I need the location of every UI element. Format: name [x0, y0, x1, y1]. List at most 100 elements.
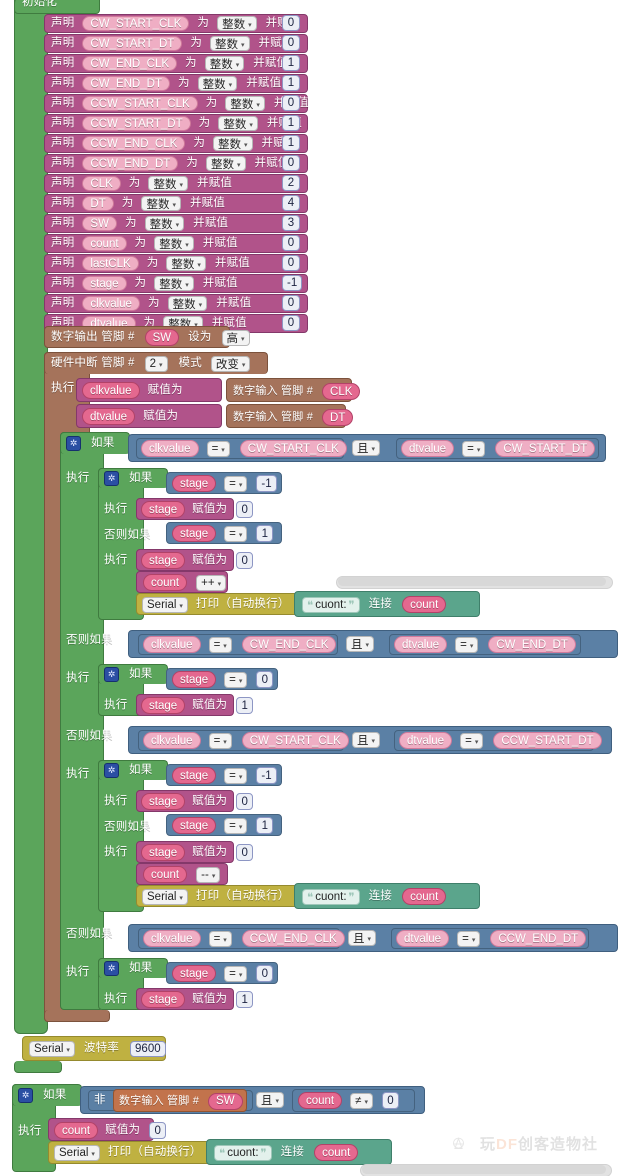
declare-variable-name[interactable]: CW_END_CLK [82, 56, 178, 71]
gear-icon[interactable]: ✲ [104, 763, 119, 778]
cond-3-left-val[interactable]: CW_START_CLK [241, 732, 349, 749]
declare-value[interactable]: 3 [282, 215, 300, 231]
inner-if-3-value-2[interactable]: 1 [256, 817, 274, 834]
serial-print-2-port[interactable]: Serial ▾ [142, 888, 188, 905]
join-1-text-field[interactable]: ❝ cuont: ❞ [302, 596, 360, 613]
inner-if-3-assign-2-val[interactable]: 0 [236, 844, 254, 861]
bottom-count-operator[interactable]: ≠ ▾ [350, 1092, 373, 1109]
cond-3-and-operator[interactable]: 且 ▾ [352, 732, 381, 748]
inner-if-1-var[interactable]: stage [172, 475, 217, 492]
gear-icon[interactable]: ✲ [104, 667, 119, 682]
cond-3-right-var[interactable]: dtvalue [399, 732, 453, 749]
inner-if-3-assign-var[interactable]: stage [141, 793, 186, 810]
declare-value[interactable]: 1 [282, 55, 300, 71]
count-decrement-var[interactable]: count [143, 866, 188, 883]
cond-4-and-operator[interactable]: 且 ▾ [348, 930, 377, 946]
declare-value[interactable]: 0 [282, 235, 300, 251]
declare-variable-name[interactable]: count [82, 236, 127, 251]
count-increment-var[interactable]: count [143, 574, 188, 591]
declare-variable-name[interactable]: CCW_END_DT [82, 156, 179, 171]
inner-if-3-assign-2-var[interactable]: stage [141, 844, 186, 861]
gear-icon[interactable]: ✲ [66, 436, 81, 451]
cond-3-left-operator[interactable]: = ▾ [208, 732, 232, 749]
horizontal-scrollbar-thumb[interactable] [338, 577, 606, 586]
gear-icon[interactable]: ✲ [104, 471, 119, 486]
digital-write-state-dropdown[interactable]: 高 ▾ [221, 329, 250, 346]
bottom-digital-read-pin[interactable]: SW [208, 1092, 243, 1110]
bottom-and-operator[interactable]: 且 ▾ [256, 1092, 285, 1108]
bottom-assign-count-var[interactable]: count [54, 1122, 99, 1139]
bottom-count-var[interactable]: count [298, 1092, 343, 1109]
declare-value[interactable]: -1 [282, 275, 303, 291]
digital-write-pin[interactable]: SW [144, 329, 180, 346]
inner-if-1-value-2[interactable]: 1 [256, 525, 274, 542]
declare-variable-name[interactable]: clkvalue [82, 296, 140, 311]
declare-value[interactable]: 0 [282, 155, 300, 171]
cond-1-left-operator[interactable]: = ▾ [206, 440, 230, 457]
serial-begin-port[interactable]: Serial ▾ [29, 1041, 75, 1057]
declare-value[interactable]: 0 [282, 35, 300, 51]
join-3-text-field[interactable]: ❝ cuont: ❞ [214, 1144, 272, 1161]
declare-variable-name[interactable]: CCW_START_CLK [82, 96, 198, 111]
inner-if-1-assign-var[interactable]: stage [141, 501, 186, 518]
cond-2-and-operator[interactable]: 且 ▾ [346, 636, 375, 652]
cond-2-left-operator[interactable]: = ▾ [208, 636, 232, 653]
cond-1-right-val[interactable]: CW_START_DT [495, 440, 596, 457]
inner-if-2-assign-val[interactable]: 1 [236, 697, 254, 714]
declare-value[interactable]: 1 [282, 115, 300, 131]
inner-if-3-operator-2[interactable]: = ▾ [224, 817, 248, 834]
count-decrement-operator[interactable]: -- ▾ [196, 866, 221, 883]
cond-3-right-val[interactable]: CCW_START_DT [493, 732, 602, 749]
declare-type-dropdown[interactable]: 整数 ▾ [197, 76, 238, 91]
cond-4-right-operator[interactable]: = ▾ [457, 930, 481, 947]
inner-if-1-var-2[interactable]: stage [172, 525, 217, 542]
cond-2-left-var[interactable]: clkvalue [143, 636, 201, 653]
declare-type-dropdown[interactable]: 整数 ▾ [154, 236, 194, 251]
declare-type-dropdown[interactable]: 整数 ▾ [148, 176, 188, 191]
declare-type-dropdown[interactable]: 整数 ▾ [154, 276, 194, 291]
declare-type-dropdown[interactable]: 整数 ▾ [213, 136, 253, 151]
join-2-text-field[interactable]: ❝ cuont: ❞ [302, 888, 360, 905]
cond-2-right-var[interactable]: dtvalue [394, 636, 448, 653]
blockly-workspace[interactable]: 初始化 声明CW_START_CLK为整数▾并赋值0声明CW_START_DT为… [0, 0, 620, 1176]
declare-type-dropdown[interactable]: 整数 ▾ [141, 196, 181, 211]
cond-4-right-var[interactable]: dtvalue [396, 930, 450, 947]
inner-if-4-assign-val[interactable]: 1 [236, 991, 254, 1008]
cond-4-left-operator[interactable]: = ▾ [208, 930, 232, 947]
inner-if-1-operator-2[interactable]: = ▾ [224, 525, 248, 542]
serial-print-3-port[interactable]: Serial ▾ [54, 1144, 100, 1161]
inner-if-3-var[interactable]: stage [172, 767, 217, 784]
declare-value[interactable]: 4 [282, 195, 300, 211]
declare-type-dropdown[interactable]: 整数 ▾ [218, 116, 258, 131]
inner-if-1-assign-2-var[interactable]: stage [141, 552, 186, 569]
cond-1-right-operator[interactable]: = ▾ [462, 440, 486, 457]
cond-4-left-var[interactable]: clkvalue [143, 930, 201, 947]
bottom-assign-count-val[interactable]: 0 [149, 1122, 167, 1139]
cond-3-left-var[interactable]: clkvalue [143, 732, 201, 749]
join-1-value-var[interactable]: count [402, 596, 447, 613]
declare-type-dropdown[interactable]: 整数 ▾ [144, 216, 185, 231]
inner-if-1-value[interactable]: -1 [256, 475, 277, 492]
declare-variable-name[interactable]: SW [82, 216, 117, 231]
digital-read-clk-pin[interactable]: CLK [322, 383, 361, 400]
inner-if-2-value[interactable]: 0 [256, 671, 274, 688]
declare-variable-name[interactable]: stage [82, 276, 127, 291]
declare-variable-name[interactable]: CW_START_CLK [82, 16, 190, 31]
gear-icon[interactable]: ✲ [104, 961, 119, 976]
declare-value[interactable]: 1 [282, 75, 300, 91]
declare-value[interactable]: 0 [282, 95, 300, 111]
assign-dtvalue-var[interactable]: dtvalue [82, 408, 136, 425]
declare-type-dropdown[interactable]: 整数 ▾ [204, 56, 245, 71]
declare-type-dropdown[interactable]: 整数 ▾ [210, 36, 250, 51]
declare-type-dropdown[interactable]: 整数 ▾ [167, 296, 208, 311]
declare-value[interactable]: 0 [282, 255, 300, 271]
serial-print-1-port[interactable]: Serial ▾ [142, 596, 188, 613]
declare-type-dropdown[interactable]: 整数 ▾ [225, 96, 265, 111]
inner-if-3-operator[interactable]: = ▾ [224, 767, 248, 784]
interrupt-pin-dropdown[interactable]: 2 ▾ [144, 355, 168, 372]
declare-type-dropdown[interactable]: 整数 ▾ [166, 256, 206, 271]
declare-value[interactable]: 0 [282, 295, 300, 311]
cond-2-right-operator[interactable]: = ▾ [455, 636, 479, 653]
inner-if-4-var[interactable]: stage [172, 965, 217, 982]
declare-variable-name[interactable]: CW_START_DT [82, 36, 183, 51]
